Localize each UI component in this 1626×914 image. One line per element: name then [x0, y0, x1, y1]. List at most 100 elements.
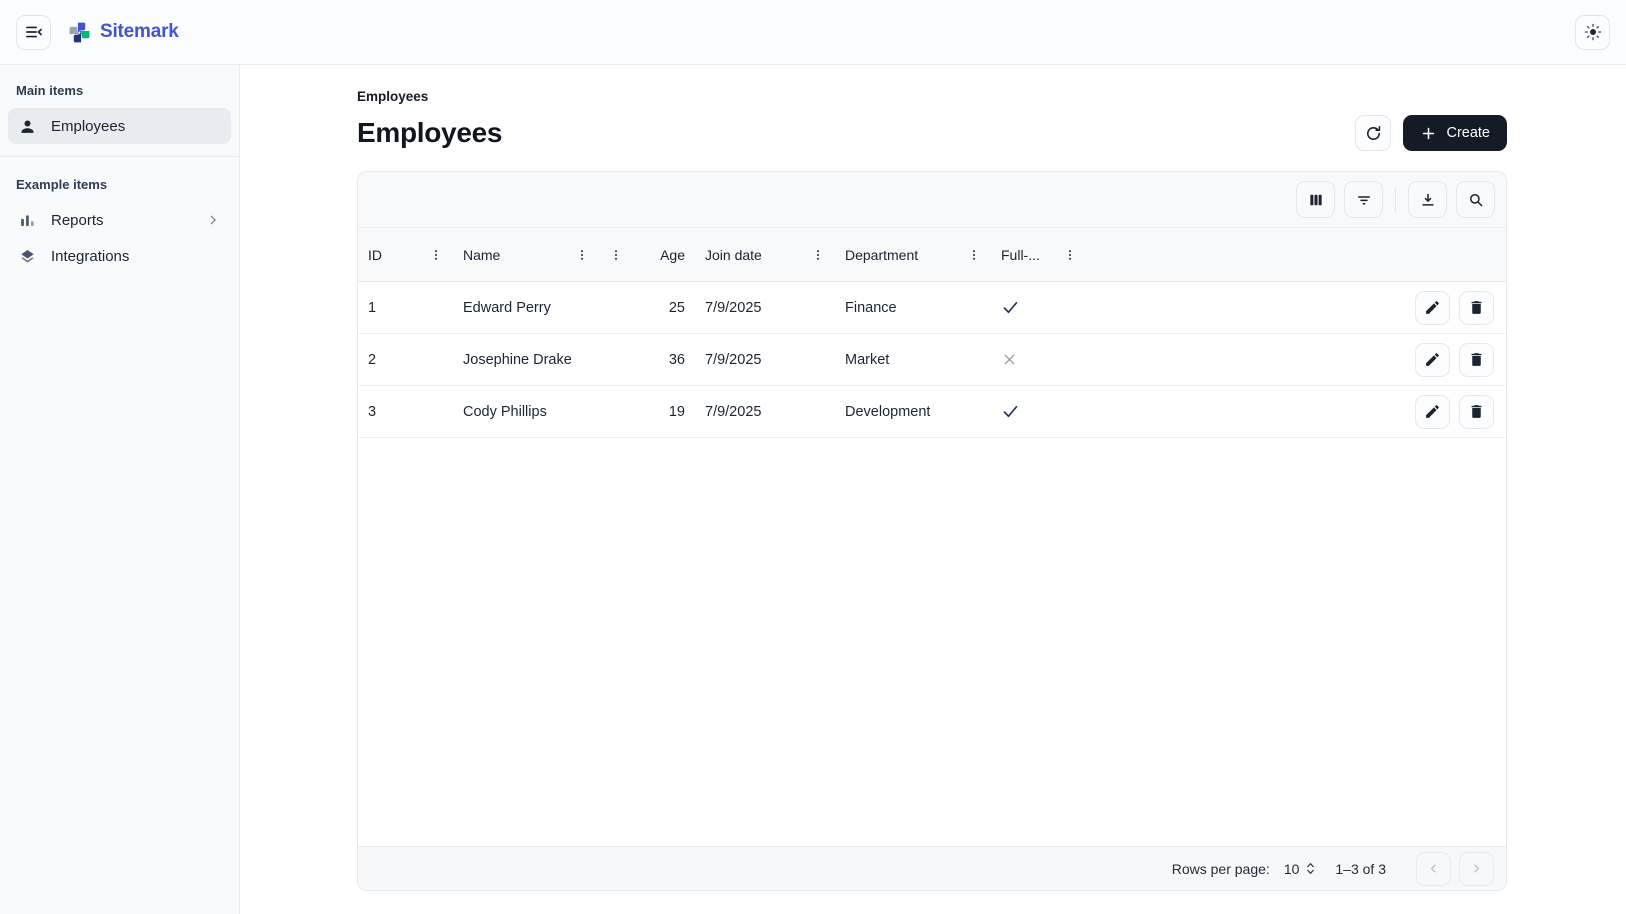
cell-name: Josephine Drake — [453, 334, 599, 385]
data-grid: ID Name — [357, 171, 1507, 891]
plus-icon — [1420, 125, 1437, 142]
grid-footer: Rows per page: 10 1–3 of 3 — [358, 846, 1506, 890]
person-icon — [18, 117, 37, 136]
search-icon — [1467, 191, 1485, 209]
sidebar-item-reports[interactable]: Reports — [8, 202, 231, 238]
export-button[interactable] — [1408, 181, 1447, 218]
sidebar-item-label: Reports — [51, 212, 104, 229]
grid-empty-area — [358, 438, 1506, 846]
cell-name: Edward Perry — [453, 282, 599, 333]
spinner-icon — [1304, 861, 1317, 876]
grid-toolbar — [358, 172, 1506, 227]
column-menu-icon[interactable] — [609, 247, 623, 263]
column-header-join-date[interactable]: Join date — [695, 228, 835, 281]
pagination-range: 1–3 of 3 — [1335, 861, 1386, 877]
create-button-label: Create — [1446, 125, 1490, 141]
pencil-icon — [1424, 403, 1441, 420]
refresh-button[interactable] — [1355, 115, 1391, 151]
cell-age: 25 — [599, 282, 695, 333]
brand-name: Sitemark — [100, 21, 179, 43]
table-row[interactable]: 1 Edward Perry 25 7/9/2025 Finance — [358, 282, 1506, 334]
toolbar-divider — [1395, 188, 1396, 212]
cell-id: 2 — [358, 334, 453, 385]
bar-chart-icon — [18, 211, 37, 230]
column-header-department[interactable]: Department — [835, 228, 991, 281]
cross-icon — [1001, 351, 1018, 368]
chevron-right-icon — [205, 212, 221, 228]
sun-icon — [1583, 22, 1603, 42]
cell-id: 1 — [358, 282, 453, 333]
grid-header-row: ID Name — [358, 227, 1506, 282]
brand-logo[interactable]: Sitemark — [67, 20, 179, 45]
trash-icon — [1468, 299, 1485, 316]
layers-icon — [18, 247, 37, 266]
column-menu-icon[interactable] — [575, 247, 589, 263]
edit-row-button[interactable] — [1415, 395, 1450, 429]
refresh-icon — [1364, 124, 1383, 143]
sidebar-item-employees[interactable]: Employees — [8, 108, 231, 144]
column-header-full-time[interactable]: Full-... — [991, 228, 1087, 281]
theme-toggle-button[interactable] — [1575, 15, 1610, 50]
page-title: Employees — [357, 117, 502, 149]
check-icon — [1001, 402, 1020, 421]
cell-department: Market — [835, 334, 991, 385]
previous-page-button[interactable] — [1416, 852, 1451, 886]
trash-icon — [1468, 351, 1485, 368]
cell-department: Finance — [835, 282, 991, 333]
table-row[interactable]: 2 Josephine Drake 36 7/9/2025 Market — [358, 334, 1506, 386]
next-page-button[interactable] — [1459, 852, 1494, 886]
rows-per-page-label: Rows per page: — [1172, 861, 1270, 877]
columns-button[interactable] — [1296, 181, 1335, 218]
sidebar-item-label: Integrations — [51, 248, 129, 265]
pencil-icon — [1424, 351, 1441, 368]
filter-button[interactable] — [1344, 181, 1383, 218]
cell-full-time — [991, 334, 1087, 385]
download-icon — [1419, 191, 1437, 209]
delete-row-button[interactable] — [1459, 343, 1494, 377]
rows-per-page-select[interactable]: 10 — [1284, 861, 1318, 877]
breadcrumb[interactable]: Employees — [357, 89, 428, 104]
column-menu-icon[interactable] — [811, 247, 825, 263]
sidebar-divider — [0, 156, 239, 157]
rows-per-page-value: 10 — [1284, 861, 1300, 877]
cell-id: 3 — [358, 386, 453, 437]
cell-full-time — [991, 282, 1087, 333]
trash-icon — [1468, 403, 1485, 420]
search-button[interactable] — [1456, 181, 1495, 218]
cell-name: Cody Phillips — [453, 386, 599, 437]
sidebar-group-example: Example items — [8, 169, 231, 202]
sidebar-item-integrations[interactable]: Integrations — [8, 238, 231, 274]
sidebar-toggle-button[interactable] — [16, 15, 51, 50]
cell-full-time — [991, 386, 1087, 437]
view-columns-icon — [1307, 191, 1325, 209]
edit-row-button[interactable] — [1415, 291, 1450, 325]
cell-age: 36 — [599, 334, 695, 385]
table-row[interactable]: 3 Cody Phillips 19 7/9/2025 Development — [358, 386, 1506, 438]
cell-join-date: 7/9/2025 — [695, 334, 835, 385]
top-bar: Sitemark — [0, 0, 1626, 65]
sidebar: Main items Employees Example items Repor… — [0, 65, 240, 914]
delete-row-button[interactable] — [1459, 395, 1494, 429]
column-header-name[interactable]: Name — [453, 228, 599, 281]
sidebar-group-main: Main items — [8, 75, 231, 108]
delete-row-button[interactable] — [1459, 291, 1494, 325]
cell-department: Development — [835, 386, 991, 437]
sidebar-item-label: Employees — [51, 118, 125, 135]
column-menu-icon[interactable] — [967, 247, 981, 263]
filter-icon — [1355, 191, 1373, 209]
column-header-id[interactable]: ID — [358, 228, 453, 281]
column-menu-icon[interactable] — [1063, 247, 1077, 263]
column-menu-icon[interactable] — [429, 247, 443, 263]
cell-join-date: 7/9/2025 — [695, 386, 835, 437]
menu-open-icon — [24, 22, 44, 42]
column-header-age[interactable]: Age — [599, 228, 695, 281]
edit-row-button[interactable] — [1415, 343, 1450, 377]
pencil-icon — [1424, 299, 1441, 316]
cell-age: 19 — [599, 386, 695, 437]
column-header-actions — [1087, 228, 1506, 281]
cell-join-date: 7/9/2025 — [695, 282, 835, 333]
main-area: Employees Employees — [240, 65, 1626, 914]
check-icon — [1001, 298, 1020, 317]
chevron-left-icon — [1426, 861, 1441, 876]
create-button[interactable]: Create — [1403, 115, 1507, 151]
